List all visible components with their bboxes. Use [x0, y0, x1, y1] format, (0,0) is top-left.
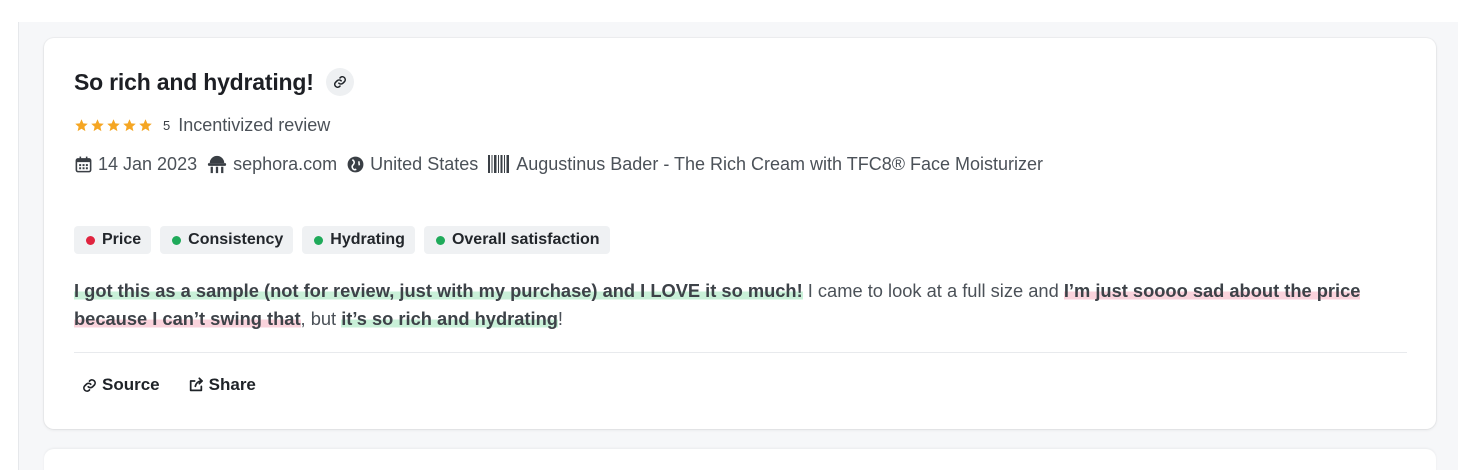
positive-dot — [172, 235, 182, 245]
share-icon — [189, 377, 203, 392]
star-icon — [107, 118, 120, 131]
link-icon — [83, 378, 96, 392]
review-card: So rich and hydrating! 5 Incentivized re… — [44, 38, 1436, 429]
review-date-text: 14 Jan 2023 — [98, 153, 198, 174]
rating-row: 5 Incentivized review — [74, 114, 330, 136]
positive-dot — [314, 235, 324, 245]
tag-hydrating[interactable]: Hydrating — [302, 226, 415, 254]
share-button[interactable]: Share — [188, 375, 256, 395]
star-icon — [123, 118, 136, 131]
tag-label: Price — [102, 231, 142, 248]
source-button[interactable]: Source — [82, 375, 160, 395]
review-text: , but — [300, 308, 342, 329]
next-review-card — [44, 449, 1436, 470]
permalink-button[interactable] — [325, 68, 354, 96]
positive-highlight: it’s so rich and hydrating — [341, 308, 558, 329]
review-date: 14 Jan 2023 — [74, 154, 197, 175]
review-actions: Source Share — [82, 375, 256, 395]
negative-dot — [86, 235, 95, 245]
review-meta: 14 Jan 2023 sephora.com United States Au… — [74, 152, 1052, 176]
tag-label: Hydrating — [330, 231, 405, 248]
barcode-icon — [488, 155, 510, 173]
tag-price[interactable]: Price — [74, 226, 152, 254]
review-body: I got this as a sample (not for review, … — [74, 277, 1410, 333]
source-site-text: sephora.com — [233, 153, 338, 174]
tag-overall-satisfaction[interactable]: Overall satisfaction — [423, 226, 610, 254]
review-country: United States — [346, 154, 478, 175]
star-icon — [139, 118, 152, 131]
tag-label: Overall satisfaction — [451, 231, 600, 248]
country-text: United States — [370, 153, 479, 174]
review-text: I came to look at a full size and — [802, 280, 1064, 301]
positive-dot — [435, 235, 445, 245]
star-icon — [91, 118, 104, 131]
topic-tags: Price Consistency Hydrating Overall sati… — [74, 226, 610, 254]
divider — [74, 352, 1407, 353]
review-header: So rich and hydrating! — [74, 68, 354, 96]
tag-label: Consistency — [188, 231, 284, 248]
robot-icon — [208, 155, 227, 174]
review-product: Augustinus Bader - The Rich Cream with T… — [487, 154, 1043, 175]
link-icon — [333, 76, 346, 88]
product-text: Augustinus Bader - The Rich Cream with T… — [516, 153, 1043, 174]
source-label: Source — [102, 375, 160, 394]
globe-icon — [347, 156, 364, 172]
star-icon — [75, 118, 88, 131]
calendar-icon — [75, 156, 92, 172]
positive-highlight: I got this as a sample (not for review, … — [74, 280, 803, 301]
review-text: ! — [557, 308, 563, 329]
incentivized-label: Incentivized review — [178, 114, 331, 135]
review-source-site: sephora.com — [206, 154, 337, 175]
star-rating — [74, 118, 153, 133]
review-title: So rich and hydrating! — [74, 68, 314, 95]
rating-value: 5 — [163, 117, 171, 133]
share-label: Share — [208, 375, 256, 394]
tag-consistency[interactable]: Consistency — [160, 226, 294, 254]
